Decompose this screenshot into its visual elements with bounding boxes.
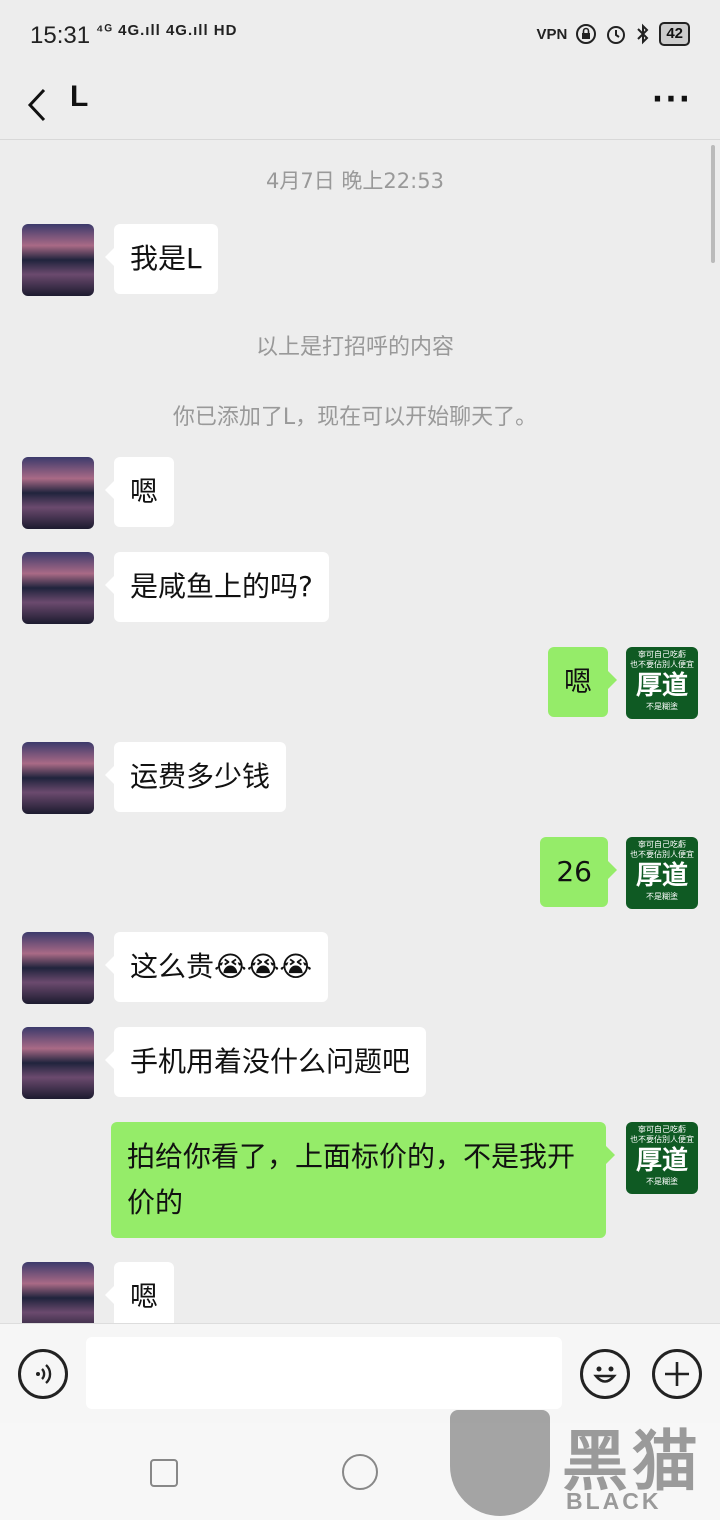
avatar-text: 不是糊塗: [646, 1177, 678, 1186]
watermark-text-en: BLACK CAT: [566, 1488, 662, 1520]
contact-avatar[interactable]: [22, 552, 94, 624]
contact-avatar[interactable]: [22, 457, 94, 529]
smile-face-icon: [593, 1366, 617, 1383]
message-bubble-incoming[interactable]: 运费多少钱: [104, 742, 287, 812]
contact-avatar[interactable]: [22, 1262, 94, 1323]
chat-title: L: [70, 80, 89, 113]
chat-header: L ···: [0, 72, 720, 140]
avatar-text: 寧可自己吃虧: [638, 1125, 686, 1134]
message-input[interactable]: [86, 1337, 562, 1409]
watermark-logo: 黑猫 BLACK CAT: [450, 1404, 720, 1520]
my-avatar[interactable]: 寧可自己吃虧 也不要佔別人便宜 厚道 不是糊塗: [626, 647, 698, 719]
greeting-note: 以上是打招呼的内容: [255, 335, 454, 360]
plus-icon[interactable]: [652, 1349, 702, 1399]
battery-indicator: 42: [659, 22, 690, 46]
cat-shield-icon: [450, 1410, 550, 1516]
vpn-icon: VPN: [536, 25, 568, 43]
plus-glyph-icon: [665, 1362, 689, 1386]
status-bar: 15:31 ⁴ᴳ 4G.ıll 4G.ıll HD VPN 42: [0, 0, 720, 72]
emoji-icon[interactable]: [580, 1349, 630, 1399]
message-bubble-incoming[interactable]: 手机用着没什么问题吧: [104, 1027, 427, 1097]
avatar-text: 寧可自己吃虧: [638, 650, 686, 659]
avatar-text: 厚道: [635, 1146, 688, 1176]
message-bubble-incoming[interactable]: 嗯: [104, 1262, 175, 1323]
more-options-button[interactable]: ···: [652, 82, 692, 117]
home-button[interactable]: [342, 1454, 378, 1490]
network-indicator: ⁴ᴳ 4G.ıll 4G.ıll HD: [96, 22, 238, 39]
avatar-text: 寧可自己吃虧: [638, 840, 686, 849]
chat-area[interactable]: 4月7日 晚上22:53 我是L 以上是打招呼的内容 你已添加了L，现在可以开始…: [0, 141, 720, 1323]
avatar-text: 不是糊塗: [646, 702, 678, 711]
avatar-text: 也不要佔別人便宜: [630, 660, 694, 669]
message-bubble-outgoing[interactable]: 26: [540, 837, 617, 907]
voice-icon[interactable]: [18, 1349, 68, 1399]
message-bubble-incoming[interactable]: 嗯: [104, 457, 175, 527]
my-avatar[interactable]: 寧可自己吃虧 也不要佔別人便宜 厚道 不是糊塗: [626, 1122, 698, 1194]
avatar-text: 厚道: [635, 671, 688, 701]
contact-avatar[interactable]: [22, 1027, 94, 1099]
avatar-text: 不是糊塗: [646, 892, 678, 901]
avatar-text: 厚道: [635, 861, 688, 891]
message-bubble-incoming[interactable]: 是咸鱼上的吗?: [105, 552, 329, 622]
my-avatar[interactable]: 寧可自己吃虧 也不要佔別人便宜 厚道 不是糊塗: [626, 837, 698, 909]
avatar-text: 也不要佔別人便宜: [630, 1135, 694, 1144]
message-bubble-outgoing[interactable]: 嗯: [547, 647, 618, 717]
message-bubble-incoming[interactable]: 这么贵😭😭😭: [104, 932, 329, 1002]
message-bubble-incoming[interactable]: 我是L: [105, 224, 218, 294]
recent-apps-button[interactable]: [150, 1459, 178, 1487]
added-note: 你已添加了L，现在可以开始聊天了。: [172, 405, 538, 430]
status-icons: VPN 42: [536, 22, 690, 46]
avatar-text: 也不要佔別人便宜: [630, 850, 694, 859]
lock-icon: [576, 24, 597, 44]
scrollbar[interactable]: [711, 145, 715, 263]
contact-avatar[interactable]: [22, 932, 94, 1004]
bluetooth-icon: [637, 23, 649, 45]
chat-timestamp: 4月7日 晚上22:53: [266, 169, 444, 193]
contact-avatar[interactable]: [22, 224, 94, 296]
message-bubble-outgoing[interactable]: 拍给你看了，上面标价的，不是我开价的: [111, 1122, 615, 1238]
contact-avatar[interactable]: [22, 742, 94, 814]
status-time: 15:31: [30, 22, 91, 49]
voice-wave-icon: [36, 1364, 52, 1384]
alarm-icon: [607, 26, 626, 44]
chevron-left-icon[interactable]: [18, 80, 58, 130]
